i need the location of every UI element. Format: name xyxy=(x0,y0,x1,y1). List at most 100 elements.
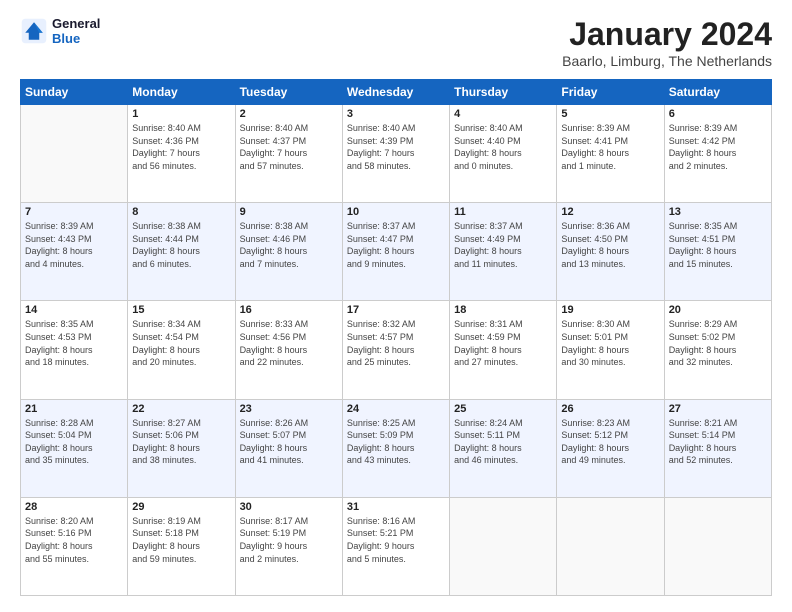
calendar-week-row: 21 Sunrise: 8:28 AM Sunset: 5:04 PM Dayli… xyxy=(21,399,772,497)
table-row: 2 Sunrise: 8:40 AM Sunset: 4:37 PM Daylig… xyxy=(235,105,342,203)
day-number: 29 xyxy=(132,501,230,513)
col-thursday: Thursday xyxy=(450,80,557,105)
page: General Blue January 2024 Baarlo, Limbur… xyxy=(0,0,792,612)
table-row: 5 Sunrise: 8:39 AM Sunset: 4:41 PM Daylig… xyxy=(557,105,664,203)
table-row: 15 Sunrise: 8:34 AM Sunset: 4:54 PM Dayli… xyxy=(128,301,235,399)
table-row: 21 Sunrise: 8:28 AM Sunset: 5:04 PM Dayli… xyxy=(21,399,128,497)
table-row: 25 Sunrise: 8:24 AM Sunset: 5:11 PM Dayli… xyxy=(450,399,557,497)
day-info: Sunrise: 8:39 AM Sunset: 4:43 PM Dayligh… xyxy=(25,220,123,270)
month-title: January 2024 xyxy=(562,16,772,53)
table-row xyxy=(450,497,557,595)
day-number: 11 xyxy=(454,206,552,218)
col-monday: Monday xyxy=(128,80,235,105)
table-row: 1 Sunrise: 8:40 AM Sunset: 4:36 PM Daylig… xyxy=(128,105,235,203)
day-number: 4 xyxy=(454,108,552,120)
day-number: 7 xyxy=(25,206,123,218)
day-number: 20 xyxy=(669,304,767,316)
logo-icon xyxy=(20,17,48,45)
day-info: Sunrise: 8:37 AM Sunset: 4:49 PM Dayligh… xyxy=(454,220,552,270)
calendar-week-row: 1 Sunrise: 8:40 AM Sunset: 4:36 PM Daylig… xyxy=(21,105,772,203)
table-row xyxy=(21,105,128,203)
table-row: 20 Sunrise: 8:29 AM Sunset: 5:02 PM Dayli… xyxy=(664,301,771,399)
day-number: 6 xyxy=(669,108,767,120)
day-number: 23 xyxy=(240,403,338,415)
day-number: 8 xyxy=(132,206,230,218)
day-info: Sunrise: 8:38 AM Sunset: 4:46 PM Dayligh… xyxy=(240,220,338,270)
day-number: 15 xyxy=(132,304,230,316)
day-number: 10 xyxy=(347,206,445,218)
table-row: 3Sunrise: 8:40 AM Sunset: 4:39 PM Daylig… xyxy=(342,105,449,203)
table-row: 9Sunrise: 8:38 AM Sunset: 4:46 PM Daylig… xyxy=(235,203,342,301)
day-info: Sunrise: 8:35 AM Sunset: 4:53 PM Dayligh… xyxy=(25,318,123,368)
table-row: 6 Sunrise: 8:39 AM Sunset: 4:42 PM Daylig… xyxy=(664,105,771,203)
day-info: Sunrise: 8:27 AM Sunset: 5:06 PM Dayligh… xyxy=(132,417,230,467)
day-number: 17 xyxy=(347,304,445,316)
table-row: 27 Sunrise: 8:21 AM Sunset: 5:14 PM Dayli… xyxy=(664,399,771,497)
table-row: 19 Sunrise: 8:30 AM Sunset: 5:01 PM Dayli… xyxy=(557,301,664,399)
table-row: 12 Sunrise: 8:36 AM Sunset: 4:50 PM Dayli… xyxy=(557,203,664,301)
day-number: 2 xyxy=(240,108,338,120)
title-section: January 2024 Baarlo, Limburg, The Nether… xyxy=(562,16,772,69)
logo: General Blue xyxy=(20,16,100,46)
table-row: 22Sunrise: 8:27 AM Sunset: 5:06 PM Dayli… xyxy=(128,399,235,497)
day-info: Sunrise: 8:29 AM Sunset: 5:02 PM Dayligh… xyxy=(669,318,767,368)
table-row: 4 Sunrise: 8:40 AM Sunset: 4:40 PM Daylig… xyxy=(450,105,557,203)
calendar-header-row: Sunday Monday Tuesday Wednesday Thursday… xyxy=(21,80,772,105)
table-row: 16 Sunrise: 8:33 AM Sunset: 4:56 PM Dayli… xyxy=(235,301,342,399)
day-info: Sunrise: 8:35 AM Sunset: 4:51 PM Dayligh… xyxy=(669,220,767,270)
logo-text: General Blue xyxy=(52,16,100,46)
table-row: 8Sunrise: 8:38 AM Sunset: 4:44 PM Daylig… xyxy=(128,203,235,301)
day-number: 25 xyxy=(454,403,552,415)
day-info: Sunrise: 8:31 AM Sunset: 4:59 PM Dayligh… xyxy=(454,318,552,368)
day-info: Sunrise: 8:37 AM Sunset: 4:47 PM Dayligh… xyxy=(347,220,445,270)
table-row: 17 Sunrise: 8:32 AM Sunset: 4:57 PM Dayli… xyxy=(342,301,449,399)
table-row: 7 Sunrise: 8:39 AM Sunset: 4:43 PM Daylig… xyxy=(21,203,128,301)
day-number: 19 xyxy=(561,304,659,316)
col-tuesday: Tuesday xyxy=(235,80,342,105)
day-info: Sunrise: 8:34 AM Sunset: 4:54 PM Dayligh… xyxy=(132,318,230,368)
day-info: Sunrise: 8:17 AM Sunset: 5:19 PM Dayligh… xyxy=(240,515,338,565)
day-number: 5 xyxy=(561,108,659,120)
day-info: Sunrise: 8:32 AM Sunset: 4:57 PM Dayligh… xyxy=(347,318,445,368)
day-info: Sunrise: 8:39 AM Sunset: 4:42 PM Dayligh… xyxy=(669,122,767,172)
table-row: 23Sunrise: 8:26 AM Sunset: 5:07 PM Dayli… xyxy=(235,399,342,497)
table-row: 31Sunrise: 8:16 AM Sunset: 5:21 PM Dayli… xyxy=(342,497,449,595)
col-friday: Friday xyxy=(557,80,664,105)
day-number: 27 xyxy=(669,403,767,415)
day-number: 21 xyxy=(25,403,123,415)
day-info: Sunrise: 8:20 AM Sunset: 5:16 PM Dayligh… xyxy=(25,515,123,565)
table-row: 13 Sunrise: 8:35 AM Sunset: 4:51 PM Dayli… xyxy=(664,203,771,301)
col-saturday: Saturday xyxy=(664,80,771,105)
day-info: Sunrise: 8:23 AM Sunset: 5:12 PM Dayligh… xyxy=(561,417,659,467)
day-number: 3 xyxy=(347,108,445,120)
table-row: 29Sunrise: 8:19 AM Sunset: 5:18 PM Dayli… xyxy=(128,497,235,595)
day-info: Sunrise: 8:28 AM Sunset: 5:04 PM Dayligh… xyxy=(25,417,123,467)
day-info: Sunrise: 8:24 AM Sunset: 5:11 PM Dayligh… xyxy=(454,417,552,467)
table-row: 28Sunrise: 8:20 AM Sunset: 5:16 PM Dayli… xyxy=(21,497,128,595)
day-number: 18 xyxy=(454,304,552,316)
day-info: Sunrise: 8:36 AM Sunset: 4:50 PM Dayligh… xyxy=(561,220,659,270)
calendar-week-row: 28Sunrise: 8:20 AM Sunset: 5:16 PM Dayli… xyxy=(21,497,772,595)
table-row: 18 Sunrise: 8:31 AM Sunset: 4:59 PM Dayli… xyxy=(450,301,557,399)
day-info: Sunrise: 8:16 AM Sunset: 5:21 PM Dayligh… xyxy=(347,515,445,565)
table-row xyxy=(664,497,771,595)
day-info: Sunrise: 8:33 AM Sunset: 4:56 PM Dayligh… xyxy=(240,318,338,368)
col-wednesday: Wednesday xyxy=(342,80,449,105)
calendar-table: Sunday Monday Tuesday Wednesday Thursday… xyxy=(20,79,772,596)
day-number: 1 xyxy=(132,108,230,120)
table-row: 10 Sunrise: 8:37 AM Sunset: 4:47 PM Dayli… xyxy=(342,203,449,301)
table-row: 11 Sunrise: 8:37 AM Sunset: 4:49 PM Dayli… xyxy=(450,203,557,301)
day-info: Sunrise: 8:30 AM Sunset: 5:01 PM Dayligh… xyxy=(561,318,659,368)
day-number: 12 xyxy=(561,206,659,218)
table-row: 26Sunrise: 8:23 AM Sunset: 5:12 PM Dayli… xyxy=(557,399,664,497)
day-number: 24 xyxy=(347,403,445,415)
day-number: 13 xyxy=(669,206,767,218)
day-info: Sunrise: 8:21 AM Sunset: 5:14 PM Dayligh… xyxy=(669,417,767,467)
day-info: Sunrise: 8:40 AM Sunset: 4:36 PM Dayligh… xyxy=(132,122,230,172)
day-number: 16 xyxy=(240,304,338,316)
day-info: Sunrise: 8:39 AM Sunset: 4:41 PM Dayligh… xyxy=(561,122,659,172)
location-title: Baarlo, Limburg, The Netherlands xyxy=(562,53,772,69)
day-info: Sunrise: 8:40 AM Sunset: 4:40 PM Dayligh… xyxy=(454,122,552,172)
col-sunday: Sunday xyxy=(21,80,128,105)
day-info: Sunrise: 8:40 AM Sunset: 4:37 PM Dayligh… xyxy=(240,122,338,172)
